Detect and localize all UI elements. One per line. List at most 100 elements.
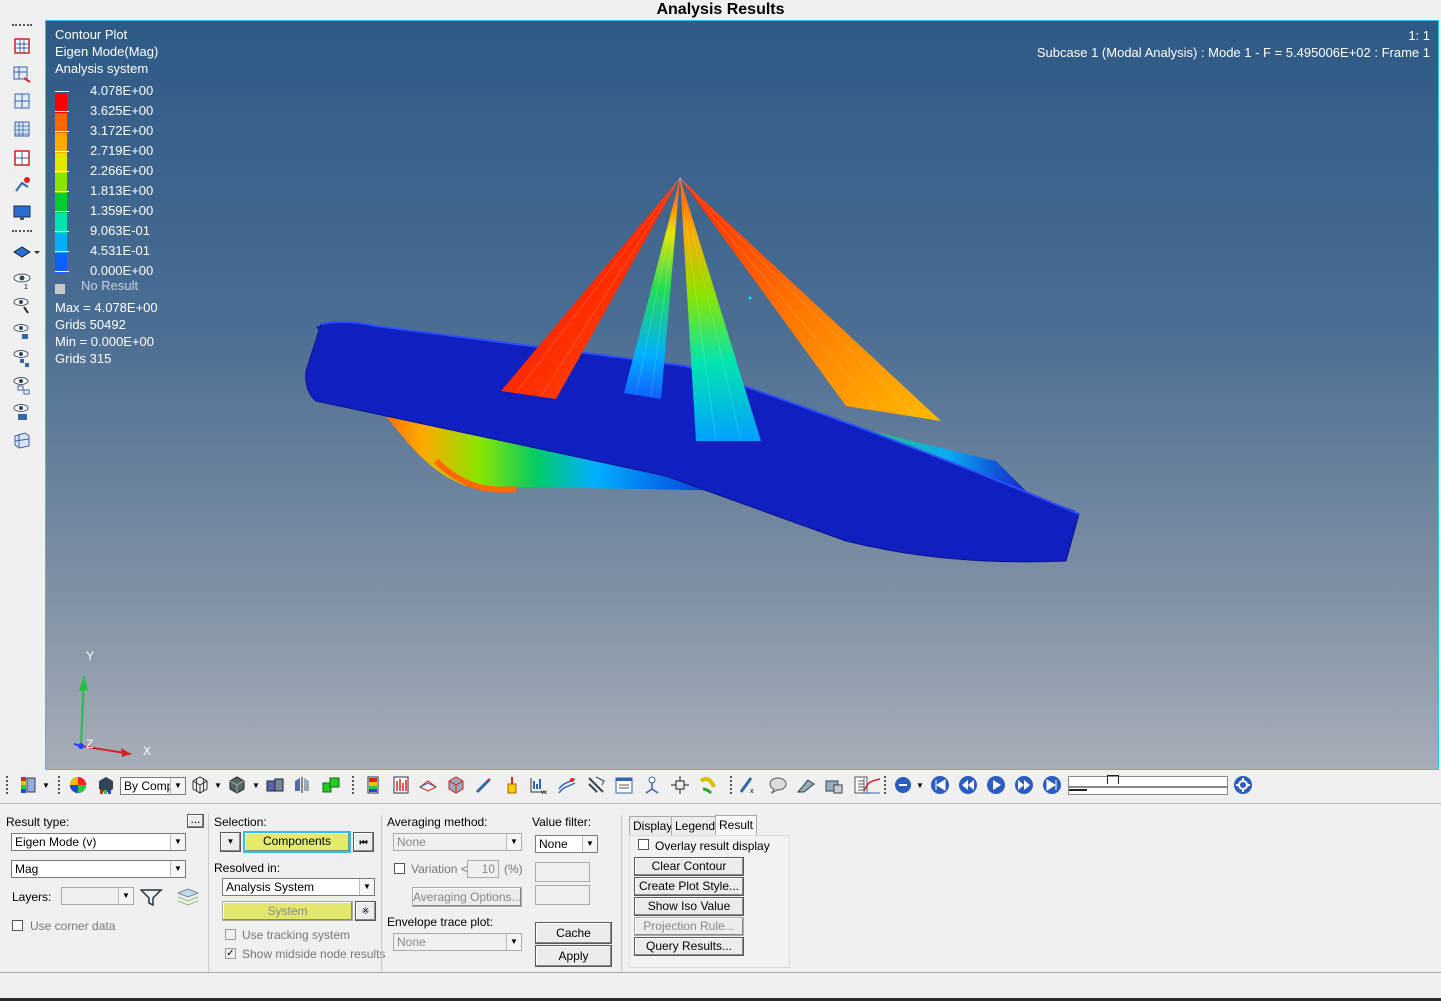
components-button[interactable]: Components [243, 831, 351, 853]
layers-stack-icon[interactable] [176, 887, 200, 907]
section-cut-icon[interactable] [586, 775, 606, 795]
measure-icon[interactable] [670, 775, 690, 795]
layer-filter-icon[interactable] [140, 888, 164, 906]
deformed-shape-icon[interactable] [418, 775, 438, 795]
tensor-plot-icon[interactable] [12, 148, 32, 168]
tracing-icon[interactable] [12, 175, 32, 195]
variation-checkbox[interactable] [394, 863, 405, 874]
toolbar-grip[interactable] [12, 24, 32, 26]
image-capture-icon[interactable] [824, 775, 844, 795]
frame-slider-thumb[interactable] [1107, 775, 1119, 784]
overlay-result-checkbox[interactable] [638, 839, 649, 850]
contour-icon[interactable] [12, 36, 32, 56]
color-by-select[interactable]: By Comp ▼ [120, 777, 186, 795]
toolbar-grip[interactable] [884, 776, 888, 794]
speed-slider-thumb[interactable] [1069, 789, 1087, 791]
tracking-icon[interactable] [698, 775, 718, 795]
color-by-icon[interactable] [96, 775, 116, 795]
apply-button[interactable]: Apply [535, 945, 612, 967]
tab-result[interactable]: Result [715, 815, 758, 836]
averaging-method-select[interactable]: None ▼ [393, 833, 522, 851]
eye-assembly-icon[interactable] [12, 348, 32, 368]
spreadsheet-icon[interactable]: x [738, 775, 758, 795]
envelope-trace-select[interactable]: None ▼ [393, 933, 522, 951]
system-pick-button[interactable]: ※ [355, 901, 376, 921]
value-filter-select[interactable]: None ▼ [535, 835, 598, 853]
component-color-icon[interactable] [321, 775, 341, 795]
dropdown-arrow-icon[interactable]: ▼ [916, 781, 924, 790]
show-iso-value-button[interactable]: Show Iso Value [634, 897, 744, 916]
show-midside-checkbox[interactable]: ✓ [225, 948, 236, 959]
value-filter-max-input[interactable] [535, 885, 590, 905]
eye-select-icon[interactable] [12, 296, 32, 316]
tab-display[interactable]: Display [629, 816, 677, 836]
vector-icon[interactable] [474, 775, 494, 795]
averaging-options-button[interactable]: Averaging Options... [412, 887, 522, 907]
create-plot-style-button[interactable]: Create Plot Style... [634, 877, 744, 896]
use-corner-data-checkbox[interactable] [12, 920, 23, 931]
tensor-icon[interactable] [502, 775, 522, 795]
eye-icon[interactable]: 1 [12, 270, 32, 290]
fe-model[interactable]: X Y Z [46, 21, 1438, 769]
display-mode-icon[interactable] [12, 242, 40, 262]
query-results-button[interactable]: Query Results... [634, 937, 744, 956]
assign-result-icon[interactable] [446, 775, 466, 795]
value-filter-min-input[interactable] [535, 862, 590, 882]
speed-slider[interactable] [1068, 787, 1228, 795]
contour-legend-icon[interactable] [18, 775, 38, 795]
curve-icon[interactable] [862, 775, 882, 795]
plot-xy-icon[interactable]: vx [528, 775, 548, 795]
system-button[interactable]: System [222, 901, 353, 921]
tab-legend[interactable]: Legend [671, 816, 720, 836]
contour-tool-icon[interactable] [363, 775, 383, 795]
result-component-select[interactable]: Mag ▼ [11, 860, 186, 878]
dropdown-arrow-icon[interactable]: ▼ [42, 781, 50, 790]
notes-icon[interactable] [614, 775, 634, 795]
layers-select[interactable]: ▼ [61, 887, 134, 905]
mesh-view-icon[interactable] [12, 430, 32, 450]
eye-tree-icon[interactable] [12, 322, 32, 342]
vector-plot-icon[interactable] [12, 119, 32, 139]
toolbar-grip[interactable] [730, 776, 734, 794]
shaded-icon[interactable] [227, 775, 247, 795]
toolbar-grip[interactable] [58, 776, 62, 794]
monitor-icon[interactable] [12, 203, 32, 223]
annotation-icon[interactable] [796, 775, 816, 795]
toolbar-grip[interactable] [352, 776, 356, 794]
toolbar-grip[interactable] [12, 230, 32, 232]
settings-gear-icon[interactable] [1233, 775, 1253, 795]
streamline-icon[interactable] [557, 775, 577, 795]
graphics-viewport[interactable]: Contour Plot Eigen Mode(Mag) Analysis sy… [45, 20, 1439, 770]
dropdown-arrow-icon[interactable]: ▼ [214, 781, 222, 790]
rewind-icon[interactable] [958, 775, 978, 795]
timer-icon[interactable] [893, 775, 913, 795]
last-frame-icon[interactable] [1042, 775, 1062, 795]
query-icon[interactable] [642, 775, 662, 795]
component-view-icon[interactable] [265, 775, 285, 795]
play-icon[interactable] [986, 775, 1006, 795]
cache-button[interactable]: Cache [535, 922, 612, 944]
fast-forward-icon[interactable] [1014, 775, 1034, 795]
eye-isolate-icon[interactable] [12, 375, 32, 395]
frame-slider[interactable] [1068, 775, 1228, 787]
resolved-in-select[interactable]: Analysis System ▼ [222, 878, 375, 896]
eye-components-icon[interactable] [12, 402, 32, 422]
iso-icon[interactable] [391, 775, 411, 795]
color-wheel-icon[interactable] [68, 775, 88, 795]
first-frame-icon[interactable] [930, 775, 950, 795]
result-type-select[interactable]: Eigen Mode (v) ▼ [11, 833, 186, 851]
mirror-icon[interactable] [292, 775, 312, 795]
result-type-more-button[interactable]: ... [187, 813, 204, 828]
use-tracking-checkbox[interactable] [225, 929, 236, 940]
clear-contour-button[interactable]: Clear Contour [634, 857, 744, 876]
reset-selection-button[interactable]: ⏮ [353, 832, 374, 852]
toolbar-grip[interactable] [6, 776, 10, 794]
deformed-icon[interactable] [12, 91, 32, 111]
dropdown-arrow-icon[interactable]: ▼ [252, 781, 260, 790]
projection-rule-button[interactable]: Projection Rule... [634, 917, 744, 936]
selection-dropdown-button[interactable]: ▼ [220, 832, 241, 852]
animate-icon[interactable] [12, 64, 32, 84]
variation-input[interactable]: 10 [467, 860, 499, 878]
wireframe-icon[interactable] [190, 775, 210, 795]
comment-icon[interactable] [768, 775, 788, 795]
